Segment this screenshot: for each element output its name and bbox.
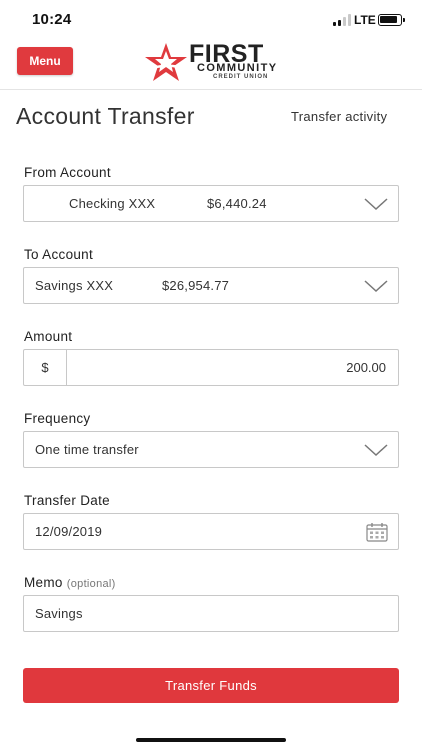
battery-icon <box>378 14 405 26</box>
memo-label: Memo (optional) <box>24 575 116 590</box>
page-title: Account Transfer <box>16 103 195 129</box>
transfer-funds-button[interactable]: Transfer Funds <box>23 668 399 703</box>
logo-text-community: COMMUNITY <box>197 62 278 74</box>
memo-optional-note: (optional) <box>66 578 116 590</box>
to-account-name: Savings XXX <box>35 278 114 293</box>
frequency-label: Frequency <box>24 411 91 426</box>
amount-field[interactable]: $ 200.00 <box>23 349 399 386</box>
to-account-label: To Account <box>24 247 94 262</box>
transfer-activity-link[interactable]: Transfer activity <box>291 109 387 124</box>
header-divider <box>0 89 422 90</box>
network-label: LTE <box>354 13 376 27</box>
from-account-balance: $6,440.24 <box>207 196 267 211</box>
calendar-icon[interactable] <box>366 522 388 542</box>
from-account-label: From Account <box>24 165 111 180</box>
from-account-name: Checking XXX <box>69 196 156 211</box>
chevron-down-icon <box>364 280 388 293</box>
frequency-value: One time transfer <box>35 442 139 457</box>
amount-input[interactable]: 200.00 <box>346 360 386 375</box>
status-bar: 10:24 LTE <box>0 0 422 40</box>
currency-prefix: $ <box>24 350 67 385</box>
frequency-select[interactable]: One time transfer <box>23 431 399 468</box>
memo-label-text: Memo <box>24 575 63 590</box>
amount-label: Amount <box>24 329 73 344</box>
logo-text-credit-union: CREDIT UNION <box>213 74 269 80</box>
chevron-down-icon <box>364 198 388 211</box>
transfer-date-label: Transfer Date <box>24 493 110 508</box>
menu-button[interactable]: Menu <box>17 47 73 75</box>
app-header: Menu FIRST COMMUNITY CREDIT UNION <box>0 40 422 90</box>
signal-icon <box>333 14 351 26</box>
memo-value: Savings <box>35 606 83 621</box>
from-account-select[interactable]: Checking XXX $6,440.24 <box>23 185 399 222</box>
home-indicator[interactable] <box>136 738 286 742</box>
to-account-balance: $26,954.77 <box>162 278 230 293</box>
chevron-down-icon <box>364 444 388 457</box>
memo-input[interactable]: Savings <box>23 595 399 632</box>
transfer-date-value: 12/09/2019 <box>35 524 103 539</box>
brand-logo[interactable]: FIRST COMMUNITY CREDIT UNION <box>143 40 283 84</box>
to-account-select[interactable]: Savings XXX $26,954.77 <box>23 267 399 304</box>
star-logo-icon <box>145 43 188 81</box>
transfer-date-field[interactable]: 12/09/2019 <box>23 513 399 550</box>
status-time: 10:24 <box>32 11 72 28</box>
